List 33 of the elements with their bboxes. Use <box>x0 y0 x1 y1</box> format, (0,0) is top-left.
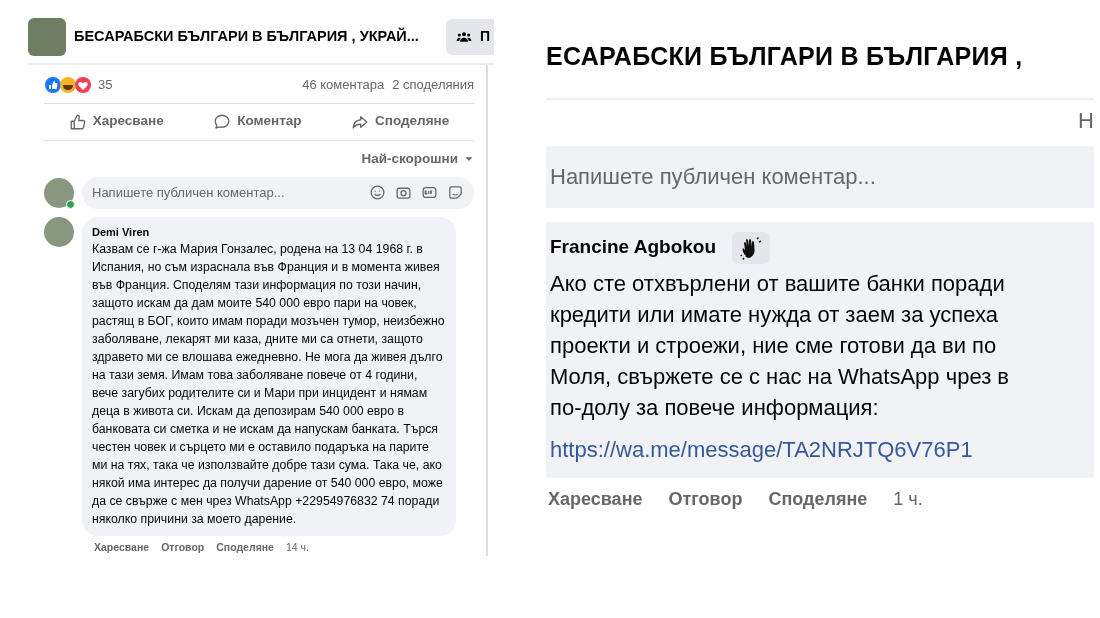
group-button[interactable]: П <box>445 18 494 55</box>
group-photo-placeholder <box>28 17 66 56</box>
thumbs-up-icon <box>68 112 87 131</box>
like-link[interactable]: Харесване <box>94 540 150 556</box>
group-title: БЕСАРАБСКИ БЪЛГАРИ В БЪЛГАРИЯ , УКРАЙ... <box>74 26 420 46</box>
speech-bubble-icon <box>213 112 232 131</box>
sticker-icon[interactable] <box>447 184 464 202</box>
comment-input-field[interactable]: Напишете публичен коментар... <box>546 145 1094 208</box>
like-link[interactable]: Харесване <box>548 485 643 513</box>
reply-link[interactable]: Отговор <box>668 485 743 513</box>
whatsapp-link[interactable]: https://wa.me/message/TA2NRJTQ6V76P1 <box>550 432 973 466</box>
comment-input-field[interactable]: Напишете публичен коментар... <box>82 176 474 209</box>
like-button[interactable]: Харесване <box>62 110 170 133</box>
share-button[interactable]: Споделяне <box>345 110 456 133</box>
comment-text: Казвам се г-жа Мария Гонзалес, родена на 13 04 1968 г. в Испания, но съм израснала във Франция и в момента живея във Франция. Споделям тази информация по този начин, защото искам да дам моите 540 000 евро пари на човек, растящ в БОГ, които имам поради мозъчен тумор, неизбежно заболяване, лекарят ми каза, дните ми са отнети, защото здравето ми се влошава ежедневно. Не мога да живея дълго на тази земя. Имам това заболяване повече от 4 години, вече загубих родителите си и Мари при инцидент и нямам деца в живота си. Искам да депозирам 540 000 евро в банковата си сметка и не искам да напускам банката. Търся честен човек и сърцето ми е оставило подаръка на парите ми на тях, така че използвайте добре тази сума. Така че, ако някой има интерес да получи дарение от 540 000 евро, може да се свърже с мен чрез WhatsApp +22954976832 74 поради няколко причини за моето дарение. <box>92 241 446 529</box>
emoji-icon[interactable] <box>369 184 386 202</box>
avatar-photo-placeholder <box>44 216 74 247</box>
waving-hand-badge <box>732 231 771 264</box>
comment-author[interactable]: Demi Viren <box>92 223 446 241</box>
share-count[interactable]: 2 споделяния <box>392 75 474 95</box>
share-link[interactable]: Споделяне <box>768 485 868 513</box>
comment-count[interactable]: 46 коментара <box>302 75 385 95</box>
comment-time[interactable]: 14 ч. <box>285 540 309 556</box>
sort-dropdown[interactable]: Най-скорошни <box>361 148 474 169</box>
reaction-icons-drawing <box>44 75 94 94</box>
comment-text: Ако сте отхвърлени от вашите банки поради кредити или имате нужда от заем за успеха проекти и строежи, ние сме готови да ви по Моля, свържете се с нас на WhatsApp чрез в по-долу за повече информация: <box>550 269 1011 422</box>
share-link[interactable]: Споделяне <box>216 540 274 556</box>
reaction-count: 35 <box>98 76 114 94</box>
group-title: ЕСАРАБСКИ БЪЛГАРИ В БЪЛГАРИЯ , <box>546 41 1024 72</box>
reply-link[interactable]: Отговор <box>161 540 205 556</box>
comment-time[interactable]: 1 ч. <box>893 485 923 513</box>
comment-author[interactable]: Francine Agbokou <box>550 233 717 262</box>
comment-button[interactable]: Коментар <box>207 110 308 133</box>
